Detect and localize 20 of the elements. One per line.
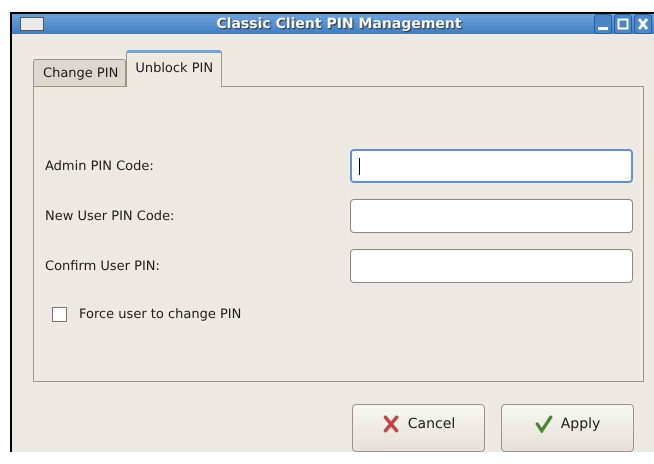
cancel-button[interactable]: Cancel bbox=[352, 404, 485, 452]
minimize-icon[interactable] bbox=[594, 14, 612, 34]
field-label: Admin PIN Code: bbox=[45, 158, 154, 174]
checkbox-label: Force user to change PIN bbox=[79, 307, 242, 322]
checkbox[interactable] bbox=[52, 307, 67, 322]
close-icon[interactable] bbox=[634, 14, 652, 34]
tab[interactable]: Change PIN bbox=[33, 59, 126, 86]
maximize-icon[interactable] bbox=[614, 14, 632, 34]
field-label: Confirm User PIN: bbox=[45, 258, 160, 274]
input-field[interactable] bbox=[350, 149, 633, 183]
window-title: Classic Client PIN Management bbox=[215, 16, 463, 32]
input-field[interactable] bbox=[350, 199, 633, 233]
field-label: New User PIN Code: bbox=[45, 208, 174, 224]
checkmark-icon bbox=[534, 415, 553, 433]
tab[interactable]: Unblock PIN bbox=[126, 50, 222, 87]
window-icon bbox=[20, 17, 44, 31]
apply-button[interactable]: Apply bbox=[501, 404, 634, 452]
text-cursor bbox=[359, 158, 360, 174]
cross-icon bbox=[382, 415, 400, 433]
input-field[interactable] bbox=[350, 249, 633, 283]
